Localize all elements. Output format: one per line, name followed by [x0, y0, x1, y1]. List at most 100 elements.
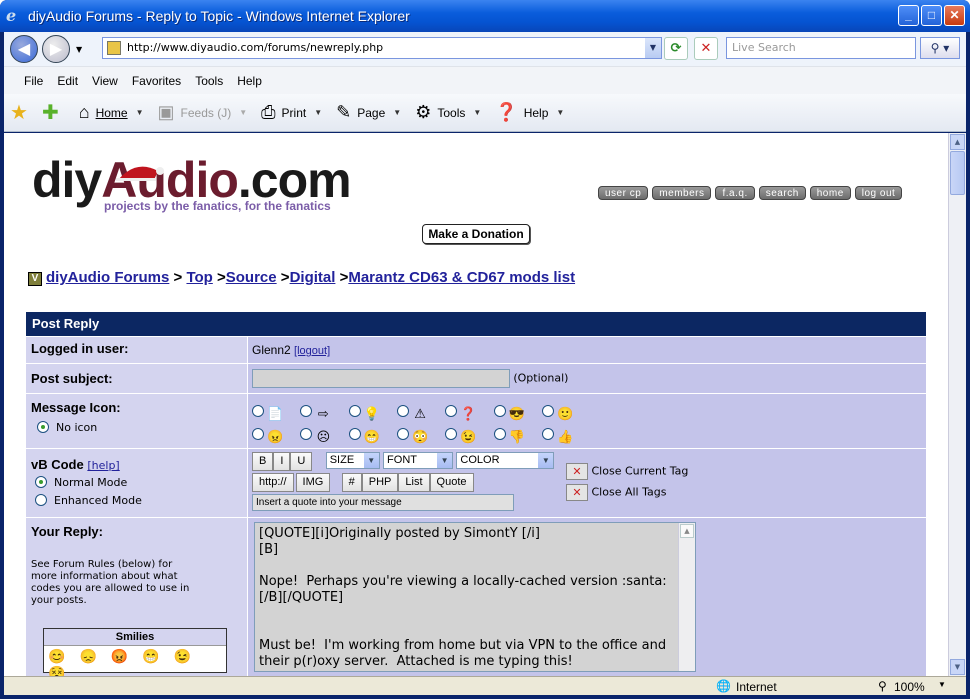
back-button[interactable]: ◀ — [10, 35, 38, 63]
question-icon: ❓ — [460, 406, 477, 421]
maximize-button[interactable]: □ — [921, 5, 942, 26]
font-select[interactable]: FONT ▼ — [383, 452, 454, 469]
vb-help-link[interactable]: [help] — [87, 459, 119, 472]
menu-file[interactable]: File — [24, 74, 43, 88]
menu-edit[interactable]: Edit — [57, 74, 78, 88]
scroll-up-icon[interactable]: ▲ — [680, 524, 694, 538]
img-button[interactable]: IMG — [295, 473, 331, 492]
italic-button[interactable]: I — [273, 452, 291, 471]
favorites-star-icon[interactable]: ★ — [10, 100, 28, 125]
logout-link-inline[interactable]: [logout] — [294, 345, 330, 357]
icon-radio[interactable] — [252, 428, 264, 440]
scroll-up-icon[interactable]: ▲ — [950, 134, 965, 150]
search-button[interactable]: ⚲ ▾ — [920, 37, 960, 59]
menu-favorites[interactable]: Favorites — [132, 74, 181, 88]
close-button[interactable]: ✕ — [944, 5, 965, 26]
underline-button[interactable]: U — [290, 452, 313, 471]
breadcrumb-forums[interactable]: diyAudio Forums — [46, 269, 169, 286]
home-link[interactable]: home — [809, 186, 851, 200]
members-link[interactable]: members — [652, 186, 712, 200]
icon-radio[interactable] — [493, 405, 506, 417]
enhanced-mode-radio[interactable] — [35, 494, 47, 506]
icon-radio[interactable] — [445, 405, 458, 417]
icon-radio[interactable] — [300, 428, 313, 440]
color-select[interactable]: COLOR ▼ — [456, 452, 555, 469]
code-button[interactable]: # — [341, 473, 362, 492]
refresh-icon[interactable]: ⟳ — [664, 37, 688, 60]
address-dropdown-icon[interactable]: ▼ — [645, 38, 661, 58]
donate-button[interactable]: Make a Donation — [422, 224, 530, 244]
form-header: Post Reply — [26, 312, 926, 336]
mad-icon[interactable]: 😡 — [111, 648, 142, 664]
usercp-link[interactable]: user cp — [598, 186, 649, 200]
logout-link[interactable]: log out — [854, 186, 903, 200]
print-button[interactable]: ⎙ Print ▼ — [261, 102, 322, 123]
forward-button[interactable]: ▶ — [42, 35, 70, 63]
icon-radio[interactable] — [348, 405, 361, 417]
icon-radio[interactable] — [493, 428, 506, 440]
search-link[interactable]: search — [758, 186, 806, 200]
tools-button[interactable]: ⚙ Tools ▼ — [415, 102, 481, 123]
feeds-icon: ▣ — [157, 102, 175, 122]
zone-label: Internet — [736, 680, 777, 694]
breadcrumb-digital[interactable]: Digital — [290, 269, 336, 286]
minimize-button[interactable]: _ — [898, 5, 919, 26]
php-button[interactable]: PHP — [361, 473, 399, 492]
wink-icon[interactable]: 😉 — [174, 648, 205, 664]
menu-view[interactable]: View — [92, 74, 118, 88]
site-logo[interactable]: diyAudio.com projects by the fanatics, f… — [32, 155, 372, 215]
no-icon-radio[interactable] — [37, 421, 49, 433]
home-button[interactable]: ⌂ Home ▼ — [79, 102, 144, 123]
page-scrollbar[interactable]: ▲ ▼ — [948, 133, 966, 676]
sad-icon[interactable]: 😞 — [79, 648, 110, 664]
stop-icon[interactable]: ✕ — [694, 37, 718, 60]
breadcrumb-top[interactable]: Top — [186, 269, 212, 286]
site-tagline: projects by the fanatics, for the fanati… — [104, 199, 331, 213]
icon-radio[interactable] — [542, 405, 555, 417]
textarea-scrollbar[interactable]: ▲ — [678, 523, 695, 671]
list-button[interactable]: List — [398, 473, 430, 492]
page-icon — [107, 41, 121, 55]
subject-input[interactable] — [252, 369, 510, 388]
tongue-icon[interactable]: 😵 — [48, 665, 79, 676]
bold-button[interactable]: B — [252, 452, 274, 471]
size-select[interactable]: SIZE ▼ — [325, 452, 380, 469]
icon-radio[interactable] — [397, 405, 410, 417]
close-all-icon[interactable]: ✕ — [566, 484, 588, 501]
username: Glenn2 — [252, 343, 291, 357]
menu-tools[interactable]: Tools — [195, 74, 223, 88]
zoom-icon[interactable]: ⚲ — [878, 679, 887, 693]
help-button[interactable]: ❓ Help ▼ — [495, 102, 564, 123]
add-favorite-icon[interactable]: ✚ — [42, 100, 59, 125]
icon-radio[interactable] — [252, 405, 264, 417]
faq-link[interactable]: f.a.q. — [715, 186, 755, 200]
icon-radio[interactable] — [300, 405, 313, 417]
icon-radio[interactable] — [542, 428, 555, 440]
grin-icon[interactable]: 😁 — [142, 648, 173, 664]
zoom-dropdown-icon[interactable]: ▼ — [938, 680, 946, 689]
close-tag-icon[interactable]: ✕ — [566, 463, 588, 480]
thumbsdown-icon: 👎 — [508, 429, 525, 444]
history-dropdown-icon[interactable]: ▼ — [76, 45, 82, 54]
feeds-button[interactable]: ▣ Feeds (J) ▼ — [158, 102, 248, 123]
status-hint-field: Insert a quote into your message — [252, 494, 514, 511]
breadcrumb-thread[interactable]: Marantz CD63 & CD67 mods list — [348, 269, 575, 286]
normal-mode-radio[interactable] — [35, 476, 47, 488]
icon-radio[interactable] — [348, 428, 361, 440]
icon-radio[interactable] — [397, 428, 410, 440]
reply-textarea[interactable]: [QUOTE][i]Originally posted by SimontY [… — [254, 522, 696, 672]
icon-radio[interactable] — [445, 428, 458, 440]
page-content: diyAudio.com projects by the fanatics, f… — [4, 133, 948, 676]
zoom-level[interactable]: 100% — [894, 680, 925, 694]
address-bar[interactable]: http://www.diyaudio.com/forums/newreply.… — [102, 37, 662, 59]
scroll-down-icon[interactable]: ▼ — [950, 659, 965, 675]
page-button[interactable]: ✎ Page ▼ — [336, 102, 401, 123]
smile-icon[interactable]: 😊 — [48, 648, 79, 664]
quote-button[interactable]: Quote — [429, 473, 474, 492]
search-input[interactable]: Live Search — [726, 37, 916, 59]
smile-icon: 🙂 — [557, 406, 574, 421]
url-button[interactable]: http:// — [252, 473, 294, 492]
breadcrumb-source[interactable]: Source — [226, 269, 277, 286]
menu-help[interactable]: Help — [237, 74, 262, 88]
scroll-thumb[interactable] — [950, 151, 965, 195]
